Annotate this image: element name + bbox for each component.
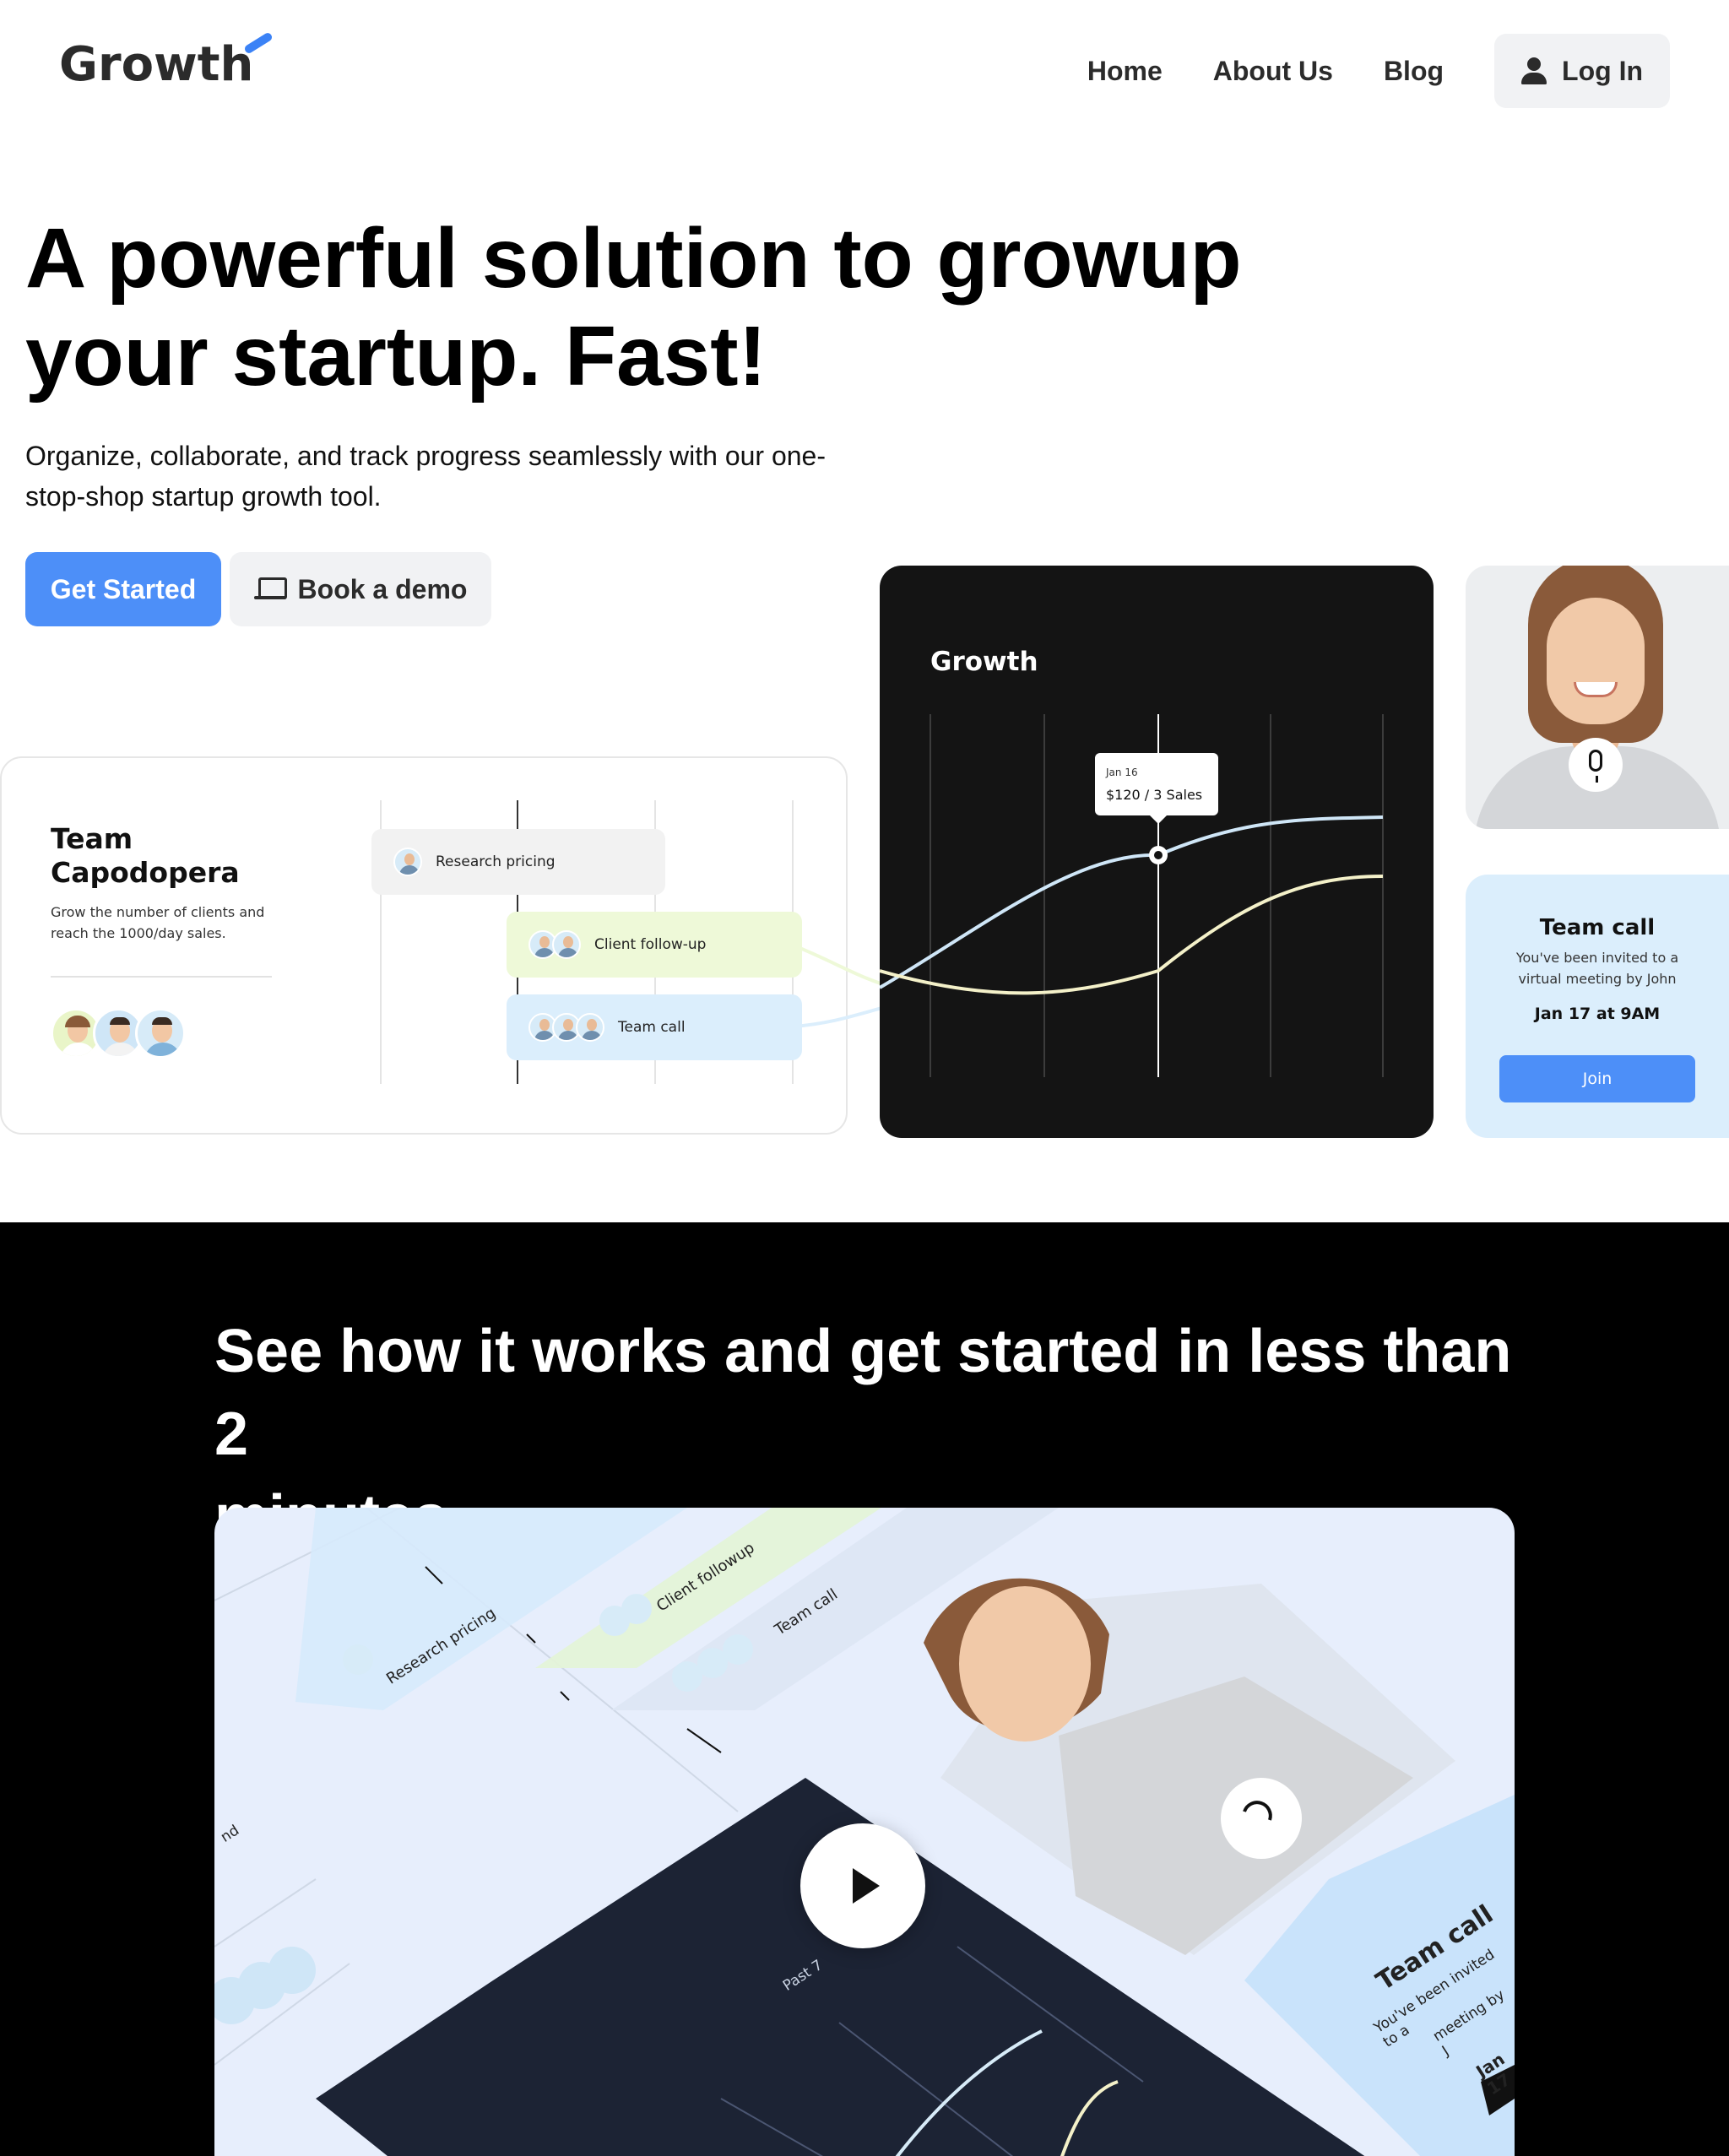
hero-subtitle: Organize, collaborate, and track progres… [25, 436, 870, 517]
growth-chart-card: Growth Jan 16 $120 / 3 Sales [880, 566, 1434, 1138]
team-avatars [51, 1008, 186, 1059]
call-desc-line1: You've been invited to a [1515, 950, 1679, 966]
call-title: Team call [1539, 915, 1656, 940]
task-label: Team call [618, 1019, 686, 1036]
tooltip-value: $120 / 3 Sales [1106, 787, 1202, 803]
avatar [552, 930, 581, 959]
nav-link-blog[interactable]: Blog [1384, 56, 1444, 87]
hero-subtitle-line2: stop-shop startup growth tool. [25, 481, 382, 512]
microphone-icon [1589, 750, 1602, 783]
play-button[interactable] [800, 1823, 925, 1948]
team-desc-line1: Grow the number of clients and [51, 904, 265, 920]
book-demo-label: Book a demo [297, 573, 468, 604]
task-label: Research pricing [436, 853, 556, 870]
nav-link-home[interactable]: Home [1087, 56, 1163, 87]
thumbnail-portrait-face [959, 1586, 1091, 1742]
join-button[interactable]: Join [1499, 1055, 1695, 1102]
video-player[interactable]: Research pricing Client followup Team ca… [214, 1508, 1515, 2156]
growth-chart: Jan 16 $120 / 3 Sales [880, 714, 1384, 1077]
video-call-portrait [1466, 566, 1729, 829]
nav-links: Home About Us Blog Log In [1087, 34, 1670, 108]
task-team-call[interactable]: Team call [507, 994, 802, 1060]
chart-series-blue [880, 815, 1384, 989]
thumbnail-avatar [343, 1644, 373, 1675]
book-demo-button[interactable]: Book a demo [230, 552, 491, 626]
task-research-pricing[interactable]: Research pricing [371, 829, 665, 895]
team-desc-line2: reach the 1000/day sales. [51, 925, 226, 941]
laptop-icon [253, 577, 287, 601]
team-call-card: Team call You've been invited to a virtu… [1466, 875, 1729, 1138]
team-description: Grow the number of clients and reach the… [51, 902, 295, 944]
hero-title-line1: A powerful solution to growup [25, 211, 1242, 306]
avatar [135, 1008, 186, 1059]
brand-logo[interactable]: Growth [59, 37, 253, 92]
call-desc-line2: virtual meeting by John [1518, 971, 1677, 987]
hero-title-line2: your startup. Fast! [25, 309, 767, 404]
hero-subtitle-line1: Organize, collaborate, and track progres… [25, 441, 826, 471]
login-button[interactable]: Log In [1494, 34, 1670, 108]
login-label: Log In [1562, 55, 1643, 86]
get-started-button[interactable]: Get Started [25, 552, 221, 626]
chart-tooltip-arrow [1150, 815, 1167, 824]
portrait-face [1547, 598, 1645, 724]
tooltip-date: Jan 16 [1105, 767, 1138, 778]
thumbnail-line [214, 1878, 317, 1947]
nav-link-about-us[interactable]: About Us [1213, 56, 1333, 87]
avatar [576, 1013, 604, 1042]
avatar [393, 848, 422, 876]
call-date: Jan 17 at 9AM [1534, 1005, 1661, 1023]
hero-title: A powerful solution to growup your start… [25, 209, 1292, 405]
task-client-follow-up[interactable]: Client follow-up [507, 912, 802, 978]
thumbnail-avatar [268, 1947, 316, 1994]
team-card: Team Capodopera Grow the number of clien… [0, 756, 848, 1135]
chart-point-marker-inner [1154, 851, 1163, 859]
chart-series-yellow [880, 875, 1384, 995]
play-icon [853, 1868, 880, 1904]
thumbnail-tick [686, 1728, 722, 1753]
navbar: Growth Home About Us Blog Log In [0, 0, 1729, 139]
task-label: Client follow-up [594, 936, 707, 953]
thumbnail-mic-circle [1221, 1778, 1302, 1859]
user-icon [1521, 57, 1547, 84]
how-it-works-section: See how it works and get started in less… [0, 1222, 1729, 2156]
team-title-line1: Team [51, 822, 133, 855]
call-description: You've been invited to a virtual meeting… [1499, 947, 1695, 989]
team-title-line2: Capodopera [51, 856, 240, 889]
thumbnail-avatar [723, 1634, 753, 1665]
chart-tooltip [1095, 753, 1218, 815]
section-title-line1: See how it works and get started in less… [214, 1318, 1512, 1468]
thumbnail-avatar [621, 1594, 652, 1624]
team-title: Team Capodopera [51, 822, 304, 890]
divider [51, 976, 272, 978]
microphone-button[interactable] [1569, 738, 1623, 792]
thumbnail-tick [560, 1691, 570, 1701]
